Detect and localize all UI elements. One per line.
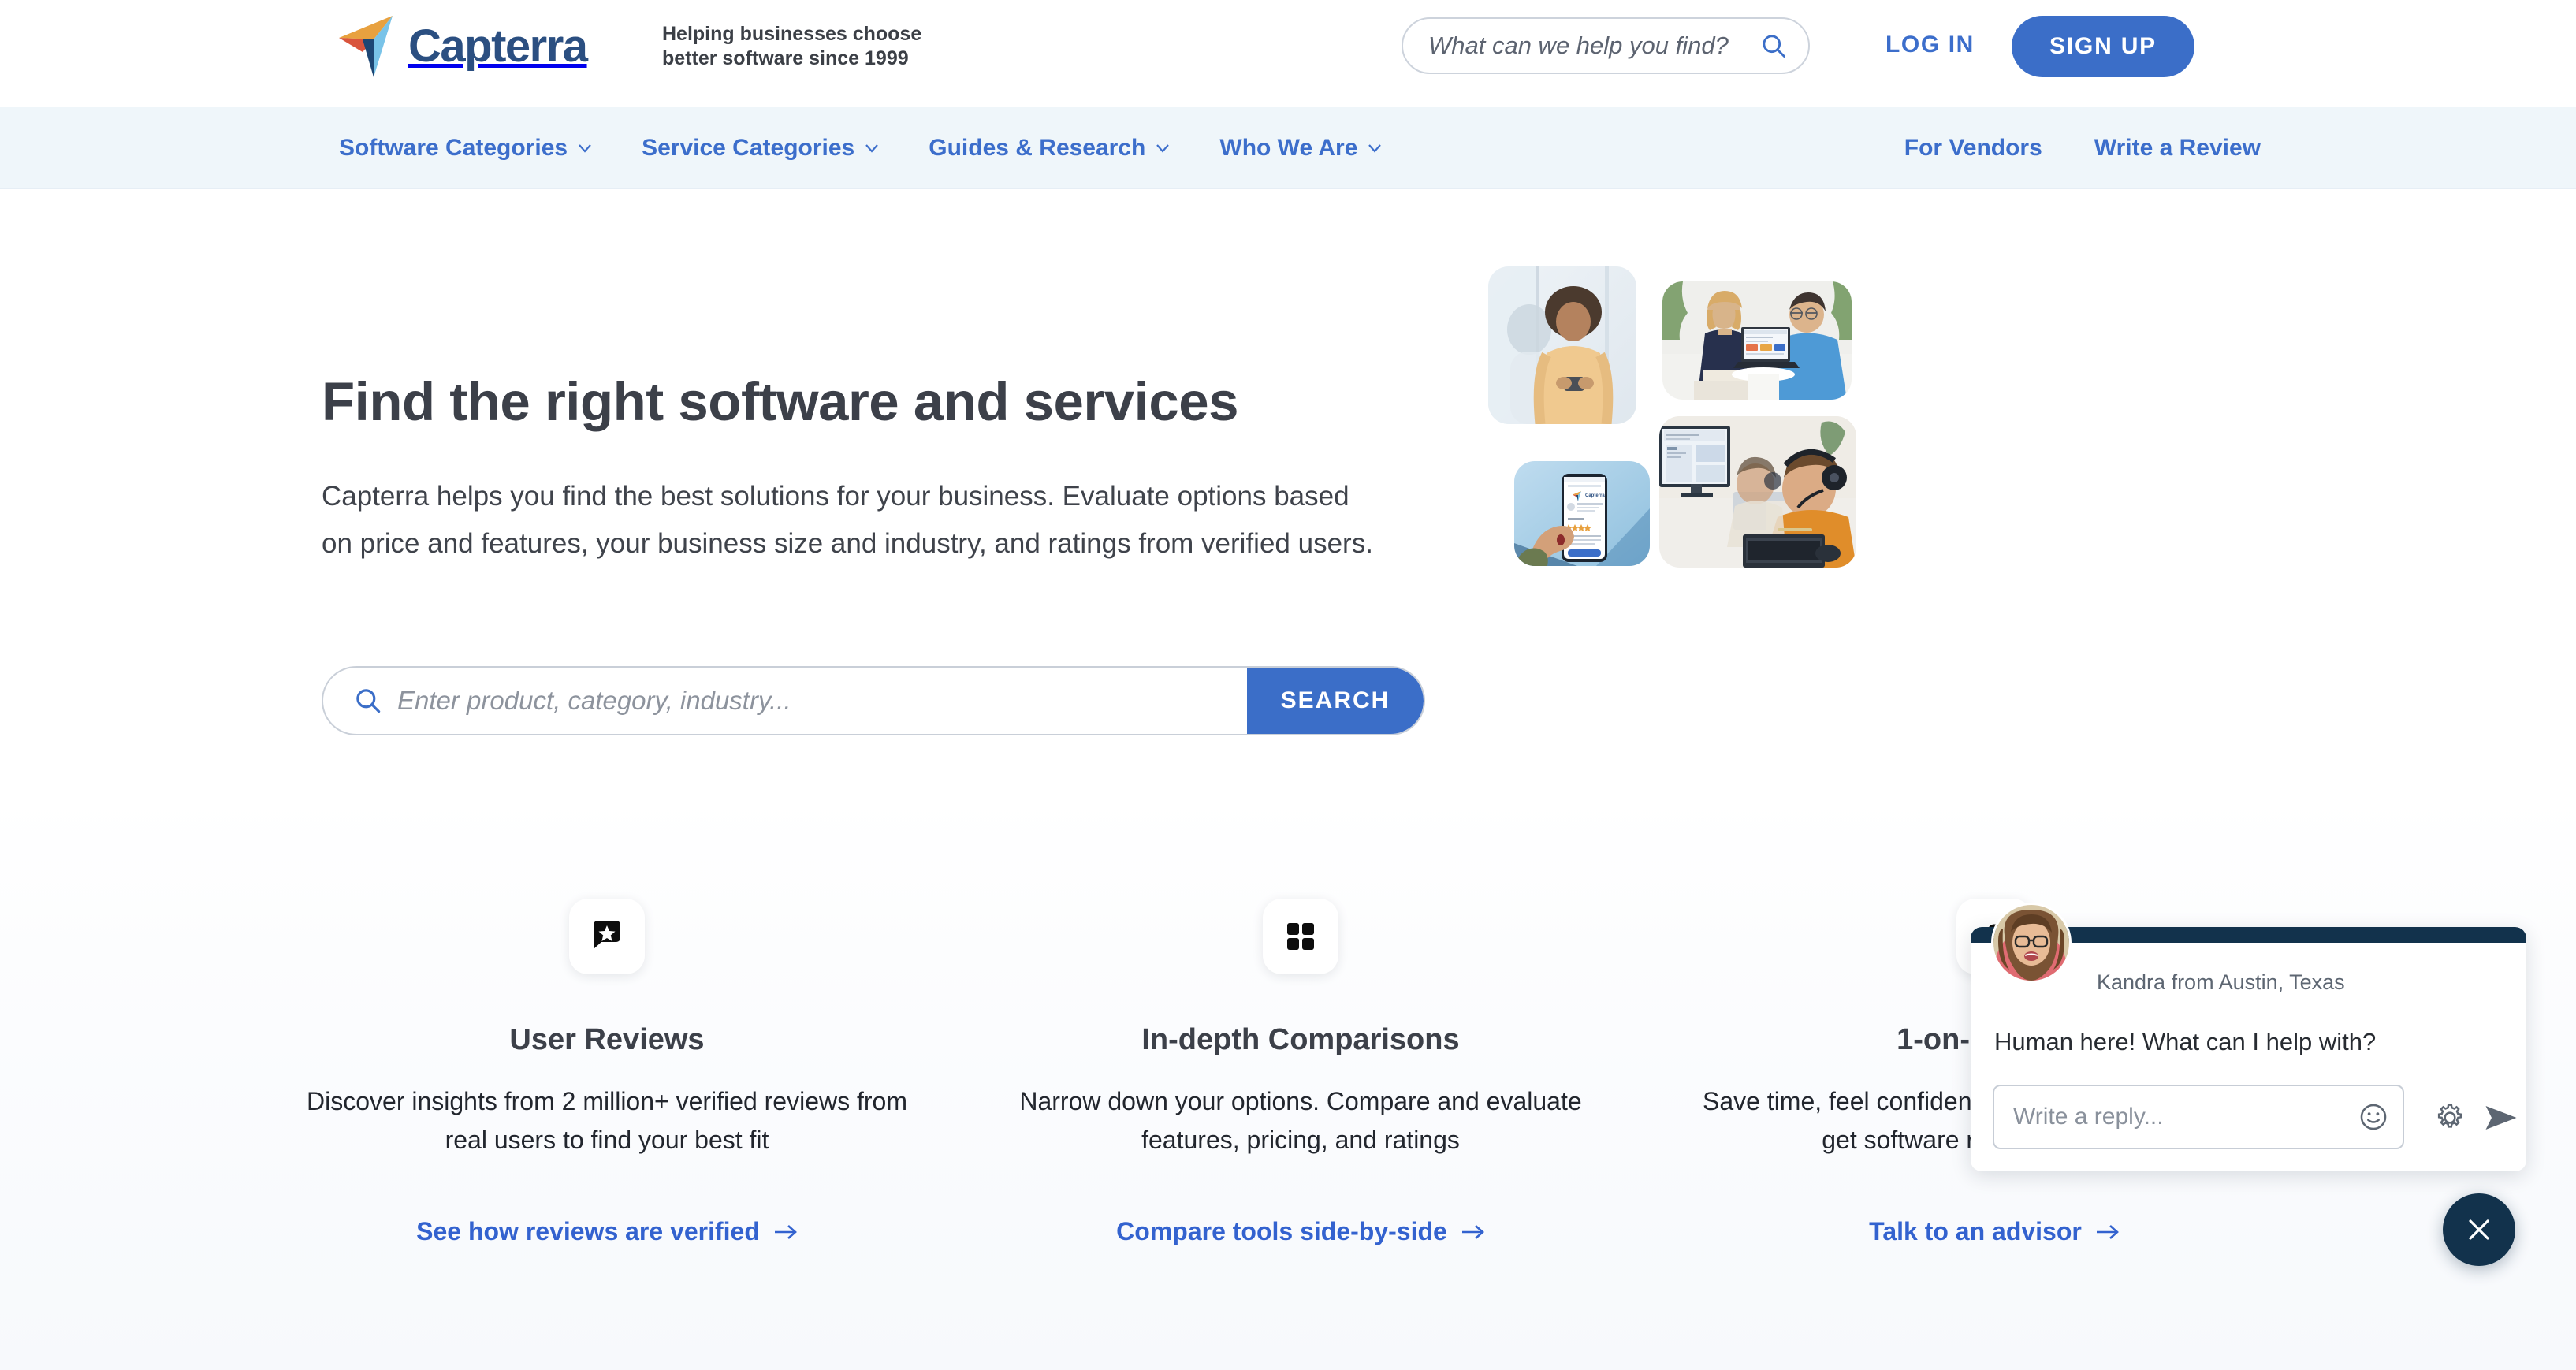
nav-item-write-a-review[interactable]: Write a Review xyxy=(2094,135,2261,162)
feature-user-reviews: User Reviews Discover insights from 2 mi… xyxy=(260,899,954,1246)
nav-label: Write a Review xyxy=(2094,135,2261,161)
nav-label: Who We Are xyxy=(1219,135,1358,161)
chat-reply-input[interactable] xyxy=(2013,1104,2358,1130)
arrow-right-icon xyxy=(774,1224,797,1239)
hero-search-box[interactable]: SEARCH xyxy=(322,666,1425,735)
feature-title: User Reviews xyxy=(509,1023,705,1056)
nav-label: For Vendors xyxy=(1904,135,2042,161)
header-search-input[interactable] xyxy=(1428,32,1759,60)
main-navigation: Software Categories Service Categories G… xyxy=(0,107,2576,189)
feature-link-label: Talk to an advisor xyxy=(1869,1217,2082,1246)
header-search-box[interactable] xyxy=(1402,17,1810,74)
chevron-down-icon xyxy=(1156,144,1170,153)
nav-item-software-categories[interactable]: Software Categories xyxy=(339,135,593,162)
feature-link-reviews-verified[interactable]: See how reviews are verified xyxy=(416,1217,798,1246)
nav-label: Software Categories xyxy=(339,135,568,161)
hero-image-collage: Capterra xyxy=(1486,264,2219,800)
page-title: Find the right software and services xyxy=(322,371,1238,432)
hero-search-button[interactable]: SEARCH xyxy=(1247,668,1424,734)
search-icon xyxy=(356,689,381,713)
chevron-down-icon xyxy=(1368,144,1382,153)
logo-tagline-wrap: Helping businesses choose better softwar… xyxy=(645,22,921,72)
feature-link-label: See how reviews are verified xyxy=(416,1217,760,1246)
hero-subtitle: Capterra helps you find the best solutio… xyxy=(322,481,1373,560)
feature-in-depth-comparisons: In-depth Comparisons Narrow down your op… xyxy=(954,899,1647,1246)
nav-label: Service Categories xyxy=(642,135,855,161)
chat-reply-box[interactable] xyxy=(1993,1085,2404,1149)
hero-photo-woman-phone xyxy=(1488,266,1636,424)
avatar xyxy=(1993,905,2069,981)
logo-tagline: Helping businesses choose better softwar… xyxy=(662,23,922,70)
feature-description: Narrow down your options. Compare and ev… xyxy=(1019,1087,1582,1154)
logo-wordmark: Capterra xyxy=(408,20,588,72)
feature-link-talk-to-advisor[interactable]: Talk to an advisor xyxy=(1869,1217,2120,1246)
hero-photo-advisor-headset xyxy=(1659,416,1856,568)
feature-title: In-depth Comparisons xyxy=(1141,1023,1460,1056)
chat-message: Human here! What can I help with? xyxy=(1994,1028,2377,1055)
smiley-icon[interactable] xyxy=(2358,1102,2388,1132)
nav-item-service-categories[interactable]: Service Categories xyxy=(642,135,880,162)
capterra-logo[interactable]: Capterra xyxy=(339,16,588,77)
signup-button[interactable]: SIGN UP xyxy=(2012,16,2194,77)
svg-text:Capterra: Capterra xyxy=(1585,493,1605,498)
nav-label: Guides & Research xyxy=(929,135,1146,161)
nav-item-who-we-are[interactable]: Who We Are xyxy=(1219,135,1383,162)
chevron-down-icon xyxy=(865,144,879,153)
nav-item-for-vendors[interactable]: For Vendors xyxy=(1904,135,2042,162)
arrow-right-icon xyxy=(2096,1224,2119,1239)
capterra-arrow-icon xyxy=(339,16,393,77)
send-icon[interactable] xyxy=(2485,1104,2518,1132)
review-bubble-star-icon-wrap xyxy=(569,899,645,974)
nav-item-guides-research[interactable]: Guides & Research xyxy=(929,135,1171,162)
chat-agent-avatar xyxy=(1993,905,2069,981)
search-icon[interactable] xyxy=(1759,32,1788,60)
arrow-right-icon xyxy=(1461,1224,1484,1239)
chat-agent-name: Kandra from Austin, Texas xyxy=(2097,970,2345,994)
hero-photo-colleagues-laptop xyxy=(1662,281,1852,400)
grid-squares-icon xyxy=(1287,923,1314,950)
review-bubble-star-icon xyxy=(594,921,620,949)
feature-description: Discover insights from 2 million+ verifi… xyxy=(307,1087,907,1154)
hero-photo-phone-capterra: Capterra xyxy=(1514,461,1650,566)
close-icon xyxy=(2469,1219,2489,1240)
nav-right-group: For Vendors Write a Review xyxy=(1904,107,2261,189)
page-root: Capterra Helping businesses choose bette… xyxy=(0,0,2576,1370)
gear-icon[interactable] xyxy=(2434,1102,2466,1134)
chat-close-button[interactable] xyxy=(2443,1193,2515,1266)
nav-left-group: Software Categories Service Categories G… xyxy=(339,107,1383,189)
hero-search-input[interactable] xyxy=(397,686,1247,716)
top-header: Capterra Helping businesses choose bette… xyxy=(0,0,2576,107)
grid-squares-icon-wrap xyxy=(1263,899,1338,974)
login-link[interactable]: LOG IN xyxy=(1885,32,1975,58)
feature-link-compare-tools[interactable]: Compare tools side-by-side xyxy=(1116,1217,1485,1246)
chevron-down-icon xyxy=(579,144,591,153)
feature-link-label: Compare tools side-by-side xyxy=(1116,1217,1447,1246)
